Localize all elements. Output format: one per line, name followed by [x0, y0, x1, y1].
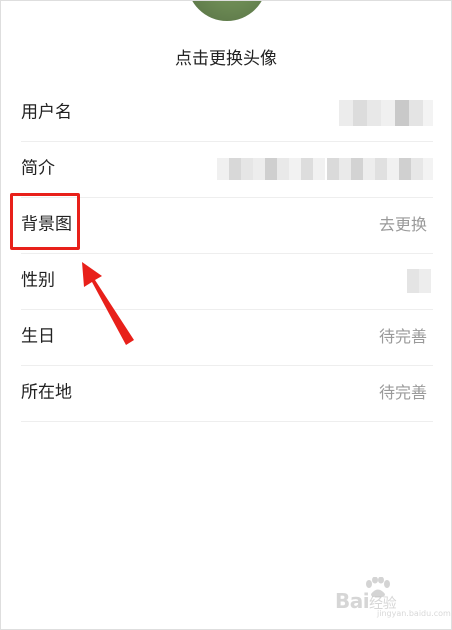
row-label-username: 用户名: [21, 102, 72, 123]
intro-value-blurred-1: [217, 158, 325, 180]
watermark-url: jingyan.baidu.com: [377, 609, 451, 618]
row-birthday[interactable]: 生日 待完善: [21, 309, 433, 366]
row-background-image[interactable]: 背景图 去更换: [21, 197, 433, 254]
row-label-intro: 简介: [21, 158, 55, 179]
change-avatar-link[interactable]: 点击更换头像: [1, 44, 451, 69]
row-location[interactable]: 所在地 待完善: [21, 365, 433, 422]
location-value: 待完善: [378, 383, 427, 402]
row-label-birthday: 生日: [21, 326, 55, 347]
avatar[interactable]: [187, 1, 267, 21]
birthday-value: 待完善: [378, 327, 427, 346]
intro-value-blurred-2: [327, 158, 433, 180]
profile-edit-screen: 点击更换头像 用户名 简介 背景图 去更换 性别 生日 待完善 所在地 待完善 …: [0, 0, 452, 630]
row-intro[interactable]: 简介: [21, 141, 433, 198]
highlight-box: [10, 193, 80, 250]
row-label-location: 所在地: [21, 382, 72, 403]
gender-value-blurred: [407, 269, 431, 293]
row-label-gender: 性别: [21, 270, 55, 291]
username-value-blurred: [339, 100, 433, 126]
change-background-link[interactable]: 去更换: [379, 217, 427, 233]
baidu-watermark: Bai经验 jingyan.baidu.com: [335, 577, 451, 618]
row-username[interactable]: 用户名: [21, 85, 433, 142]
row-gender[interactable]: 性别: [21, 253, 433, 310]
